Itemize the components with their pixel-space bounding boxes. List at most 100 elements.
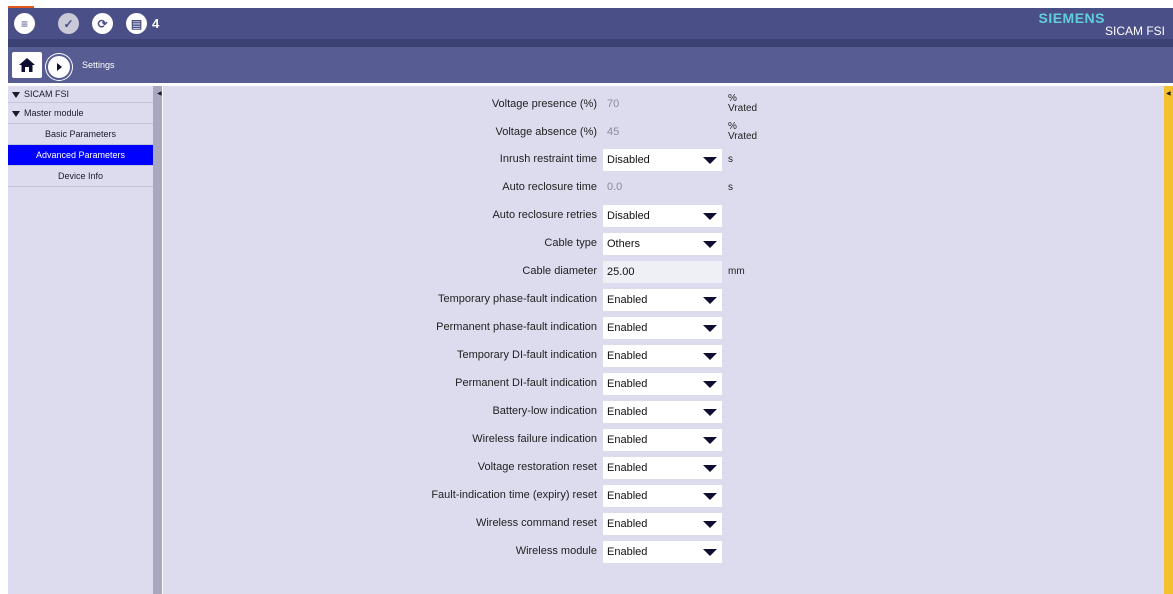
collapse-left-icon[interactable]: ◀: [157, 90, 162, 97]
wireless-command-reset-select[interactable]: Enabled: [603, 513, 722, 535]
dropdown-caret-icon: [703, 353, 717, 360]
forward-button[interactable]: [46, 54, 72, 80]
param-row-temp-di-fault: Temporary DI-fault indication Enabled: [163, 345, 1164, 367]
expand-triangle-icon: [12, 110, 20, 117]
param-unit: mm: [728, 266, 745, 277]
param-row-cable-type: Cable type Others: [163, 233, 1164, 255]
sidebar-item-label: Basic Parameters: [44, 129, 117, 139]
param-value-readonly: 45: [607, 126, 620, 138]
inrush-restraint-select[interactable]: Disabled: [603, 149, 722, 171]
param-label: Temporary phase-fault indication: [438, 293, 597, 305]
device-icon[interactable]: ▤: [126, 13, 147, 34]
check-icon[interactable]: ✓: [58, 13, 79, 34]
home-icon: [19, 58, 35, 72]
nav-bar: Settings: [8, 47, 1173, 83]
param-row-voltage-absence: Voltage absence (%) 45 % Vrated: [163, 122, 1164, 144]
dropdown-caret-icon: [703, 297, 717, 304]
header-stripe: Engineer: [8, 39, 1173, 86]
breadcrumb: Settings: [82, 60, 115, 70]
refresh-icon[interactable]: ⟳: [92, 13, 113, 34]
param-row-auto-reclosure-retries: Auto reclosure retries Disabled: [163, 205, 1164, 227]
param-unit: % Vrated: [728, 121, 758, 142]
dropdown-caret-icon: [703, 157, 717, 164]
main-scrollbar[interactable]: [1164, 86, 1173, 594]
dropdown-caret-icon: [703, 521, 717, 528]
param-label: Voltage restoration reset: [477, 461, 597, 473]
tree-root-label: SICAM FSI: [24, 89, 70, 99]
top-bar: ≡ ✓ ⟳ ▤ 4 SIEMENS SICAM FSI: [8, 8, 1173, 39]
temp-di-fault-select[interactable]: Enabled: [603, 345, 722, 367]
sidebar-item-label: Device Info: [57, 171, 104, 181]
battery-low-select[interactable]: Enabled: [603, 401, 722, 423]
param-row-wireless-command-reset: Wireless command reset Enabled: [163, 513, 1164, 535]
cable-diameter-input[interactable]: [603, 261, 722, 283]
expand-triangle-icon: [12, 91, 20, 98]
param-label: Temporary DI-fault indication: [456, 349, 597, 361]
parameters-panel: Voltage presence (%) 70 % Vrated Voltage …: [163, 86, 1164, 594]
param-row-temp-phase-fault: Temporary phase-fault indication Enabled: [163, 289, 1164, 311]
tree-group-label: Master module: [24, 108, 84, 118]
perm-di-fault-select[interactable]: Enabled: [603, 373, 722, 395]
param-unit: % Vrated: [728, 93, 758, 114]
param-label: Auto reclosure time: [502, 181, 597, 193]
tree-root[interactable]: SICAM FSI: [8, 86, 153, 103]
sidebar-item-device-info[interactable]: Device Info: [8, 166, 153, 187]
param-row-battery-low: Battery-low indication Enabled: [163, 401, 1164, 423]
sidebar-item-label: Advanced Parameters: [35, 150, 126, 160]
param-row-inrush-restraint: Inrush restraint time Disabled s: [163, 149, 1164, 171]
dropdown-caret-icon: [703, 409, 717, 416]
param-row-wireless-failure: Wireless failure indication Enabled: [163, 429, 1164, 451]
dropdown-caret-icon: [703, 325, 717, 332]
param-label: Cable type: [544, 237, 597, 249]
tree-group-master-module[interactable]: Master module: [8, 103, 153, 124]
param-label: Battery-low indication: [492, 405, 597, 417]
dropdown-caret-icon: [703, 213, 717, 220]
cable-type-select[interactable]: Others: [603, 233, 722, 255]
param-row-wireless-module: Wireless module Enabled: [163, 541, 1164, 563]
siemens-logo: SIEMENS: [1038, 10, 1105, 26]
param-row-voltage-restoration-reset: Voltage restoration reset Enabled: [163, 457, 1164, 479]
dropdown-caret-icon: [703, 549, 717, 556]
param-label: Fault-indication time (expiry) reset: [431, 489, 597, 501]
param-label: Permanent DI-fault indication: [455, 377, 597, 389]
home-button[interactable]: [12, 52, 42, 78]
dropdown-caret-icon: [703, 437, 717, 444]
param-label: Auto reclosure retries: [492, 209, 597, 221]
temp-phase-fault-select[interactable]: Enabled: [603, 289, 722, 311]
param-label: Inrush restraint time: [499, 153, 597, 165]
dropdown-caret-icon: [703, 381, 717, 388]
wireless-module-select[interactable]: Enabled: [603, 541, 722, 563]
voltage-restoration-reset-select[interactable]: Enabled: [603, 457, 722, 479]
param-label: Permanent phase-fault indication: [436, 321, 597, 333]
param-label: Voltage presence (%): [491, 98, 597, 110]
param-row-auto-reclosure-time: Auto reclosure time 0.0 s: [163, 177, 1164, 199]
param-value-readonly: 70: [607, 98, 620, 110]
param-value-readonly: 0.0: [607, 181, 623, 193]
dropdown-caret-icon: [703, 465, 717, 472]
perm-phase-fault-select[interactable]: Enabled: [603, 317, 722, 339]
param-row-fault-expiry-reset: Fault-indication time (expiry) reset Ena…: [163, 485, 1164, 507]
param-label: Wireless module: [515, 545, 597, 557]
product-name: SICAM FSI: [1104, 24, 1165, 38]
collapse-right-icon[interactable]: ◀: [1166, 90, 1171, 97]
sidebar-item-advanced-parameters[interactable]: Advanced Parameters: [8, 145, 153, 166]
param-unit: s: [728, 154, 733, 165]
device-count-badge: 4: [152, 16, 160, 31]
param-row-voltage-presence: Voltage presence (%) 70 % Vrated: [163, 94, 1164, 116]
param-unit: s: [728, 182, 733, 193]
sidebar-item-basic-parameters[interactable]: Basic Parameters: [8, 124, 153, 145]
fault-expiry-reset-select[interactable]: Enabled: [603, 485, 722, 507]
wireless-failure-select[interactable]: Enabled: [603, 429, 722, 451]
sidebar-tree: SICAM FSI Master module Basic Parameters…: [8, 86, 154, 594]
menu-icon[interactable]: ≡: [14, 13, 35, 34]
param-label: Wireless failure indication: [472, 433, 597, 445]
dropdown-caret-icon: [703, 241, 717, 248]
param-label: Wireless command reset: [475, 517, 597, 529]
dropdown-caret-icon: [703, 493, 717, 500]
auto-reclosure-retries-select[interactable]: Disabled: [603, 205, 722, 227]
param-row-perm-phase-fault: Permanent phase-fault indication Enabled: [163, 317, 1164, 339]
param-row-cable-diameter: Cable diameter mm: [163, 261, 1164, 283]
sidebar-scrollbar[interactable]: [153, 86, 162, 594]
param-label: Cable diameter: [522, 265, 597, 277]
param-row-perm-di-fault: Permanent DI-fault indication Enabled: [163, 373, 1164, 395]
